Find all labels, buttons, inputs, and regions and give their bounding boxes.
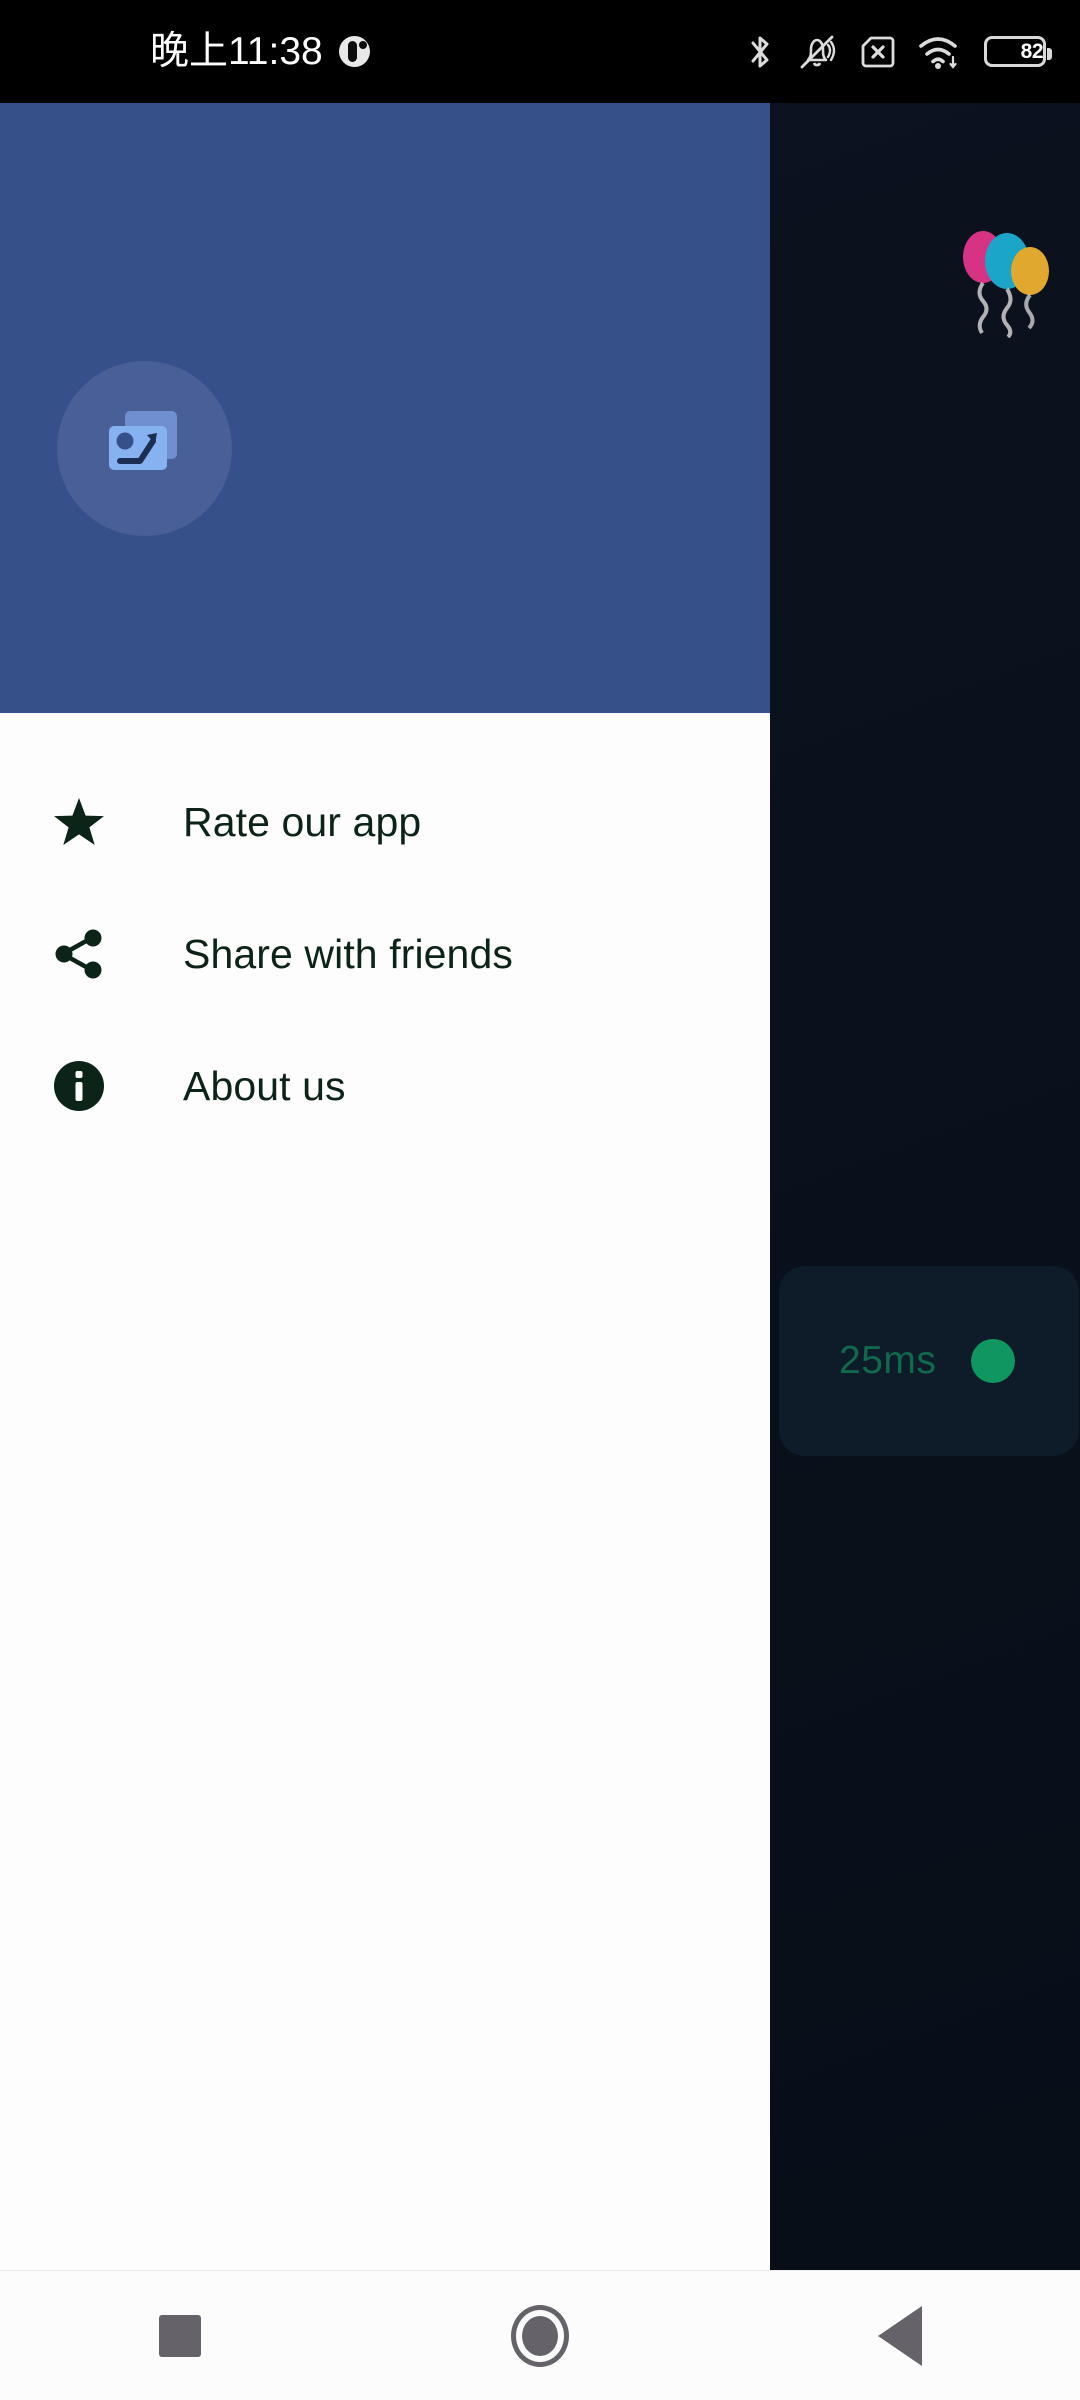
menu-item-share-with-friends[interactable]: Share with friends: [0, 888, 770, 1020]
star-icon: [52, 795, 106, 849]
phone-screen: 25ms Rate our app Share with friends Abo…: [0, 0, 1080, 2400]
wifi-icon: [919, 33, 961, 71]
navigation-drawer: Rate our app Share with friends About us: [0, 103, 770, 2270]
latency-card[interactable]: 25ms: [779, 1266, 1079, 1456]
system-navigation-bar: [0, 2270, 1080, 2400]
menu-item-about-us[interactable]: About us: [0, 1020, 770, 1152]
drawer-header: [0, 103, 770, 713]
status-bar: 晚上11:38 82: [0, 0, 1080, 103]
latency-value: 25ms: [839, 1339, 937, 1382]
triangle-left-icon: [878, 2305, 922, 2366]
menu-item-rate-our-app[interactable]: Rate our app: [0, 756, 770, 888]
battery-icon: 82: [984, 36, 1052, 67]
info-circle-icon: [52, 1059, 106, 1113]
back-button[interactable]: [825, 2271, 975, 2400]
status-bar-right: 82: [746, 33, 1052, 71]
image-gallery-icon: [99, 407, 191, 490]
app-logo-avatar: [57, 361, 232, 536]
clock: 晚上11:38: [150, 30, 323, 73]
connection-status-dot: [971, 1339, 1015, 1383]
recents-button[interactable]: [105, 2271, 255, 2400]
home-button[interactable]: [465, 2271, 615, 2400]
circle-icon: [511, 2304, 569, 2367]
share-icon: [52, 927, 106, 981]
battery-level: 82: [1020, 39, 1044, 63]
status-bar-left: 晚上11:38: [0, 32, 370, 71]
menu-item-label: About us: [183, 1062, 346, 1109]
balloons-icon: [955, 223, 1055, 339]
menu-item-label: Rate our app: [183, 798, 422, 845]
drawer-menu: Rate our app Share with friends About us: [0, 713, 770, 1152]
ring-off-icon: [797, 33, 837, 71]
square-icon: [159, 2314, 201, 2357]
bluetooth-icon: [746, 33, 774, 71]
no-sim-icon: [860, 35, 896, 69]
menu-item-label: Share with friends: [183, 930, 513, 977]
app-circle-icon: [338, 36, 370, 67]
